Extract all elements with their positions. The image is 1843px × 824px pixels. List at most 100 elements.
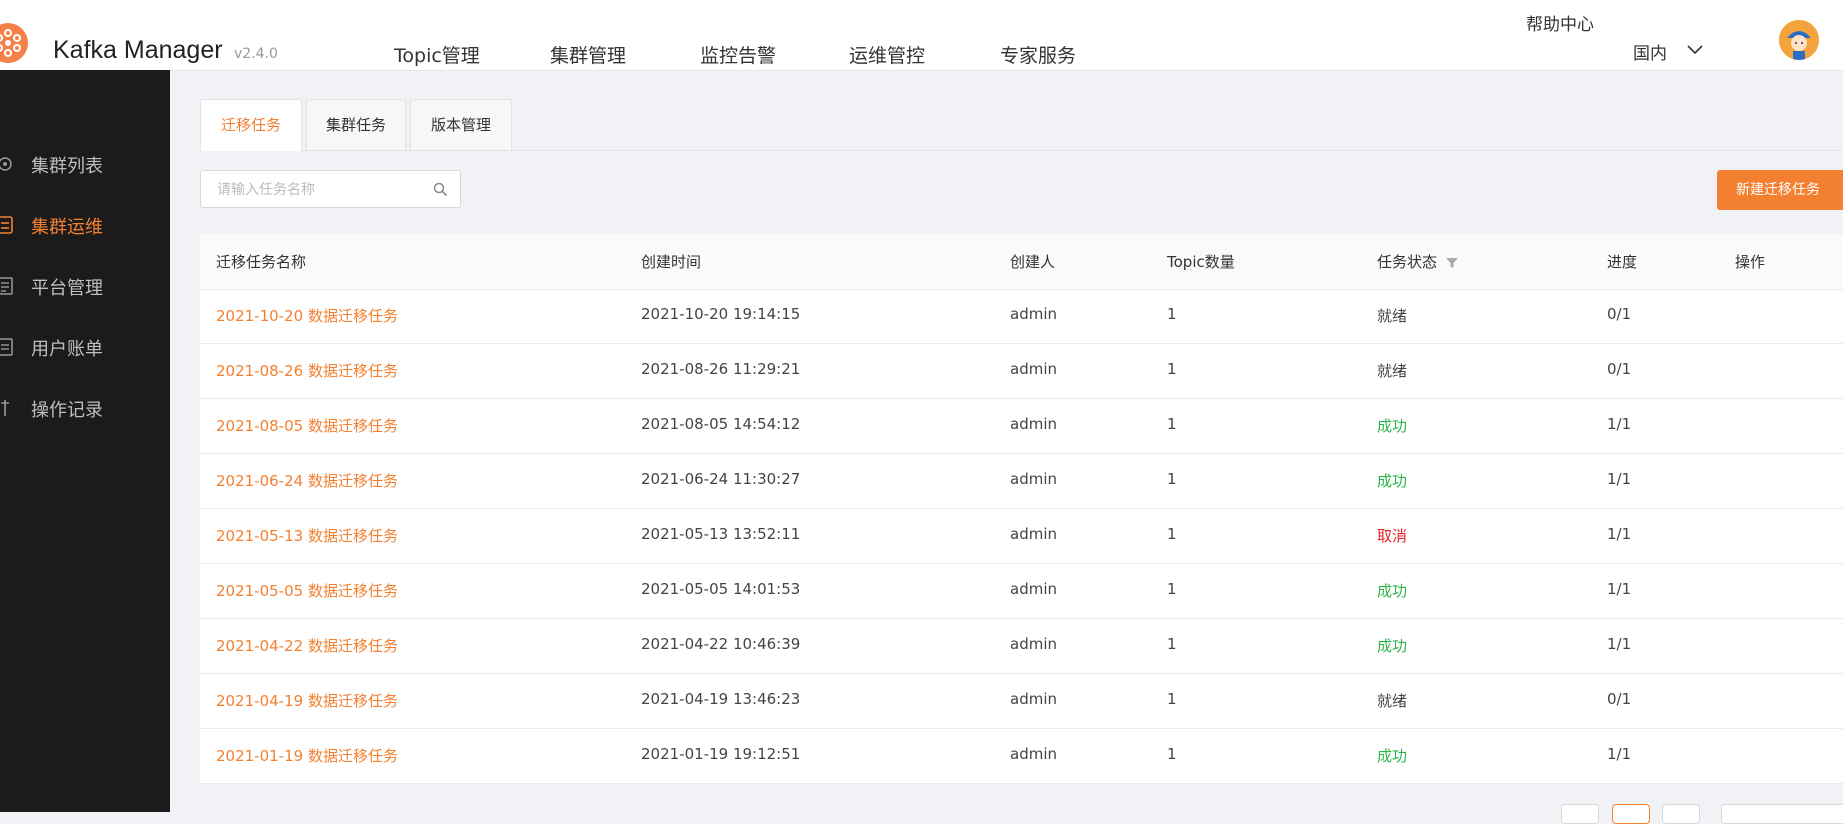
chevron-down-icon [1687,45,1703,55]
status-cell: 成功 [1377,472,1408,490]
sidebar-item-label: 用户账单 [31,339,103,360]
topic-count-cell: 1 [1167,305,1177,323]
platform-icon [0,277,13,295]
cluster-icon [0,157,12,171]
nav-cluster-management[interactable]: 集群管理 [550,41,626,68]
creator-cell: admin [1010,690,1057,708]
creator-cell: admin [1010,305,1057,323]
progress-cell: 0/1 [1607,360,1632,378]
status-cell: 就绪 [1377,362,1408,380]
top-header: Kafka Manager v2.4.0 Topic管理 集群管理 监控告警 运… [0,0,1843,71]
pagination-prev-button[interactable] [1561,804,1599,824]
sidebar-item-label: 操作记录 [31,400,103,421]
column-header-actions: 操作 [1735,253,1766,271]
created-time-cell: 2021-04-22 10:46:39 [641,635,801,653]
created-time-cell: 2021-04-19 13:46:23 [641,690,801,708]
status-cell: 就绪 [1377,307,1408,325]
table-row: 2021-08-26 数据迁移任务 2021-08-26 11:29:21 admi… [200,344,1843,399]
created-time-cell: 2021-05-05 14:01:53 [641,580,801,598]
help-center-menu[interactable]: 帮助中心 [1526,10,1594,35]
progress-cell: 1/1 [1607,635,1632,653]
tab-cluster-tasks[interactable]: 集群任务 [306,99,406,150]
status-cell: 就绪 [1377,692,1408,710]
sidebar-item-cluster-list[interactable]: 集群列表 [0,141,170,185]
progress-cell: 1/1 [1607,415,1632,433]
creator-cell: admin [1010,470,1057,488]
sidebar-item-user-bill[interactable]: 用户账单 [0,324,170,368]
task-name-link[interactable]: 2021-08-05 数据迁移任务 [216,415,398,436]
task-name-link[interactable]: 2021-04-19 数据迁移任务 [216,690,398,711]
column-header-created-time: 创建时间 [641,253,702,271]
task-search-input[interactable] [215,179,419,201]
pagination-next-button[interactable] [1662,804,1700,824]
progress-cell: 0/1 [1607,305,1632,323]
kafka-logo-icon[interactable] [0,23,28,63]
nav-ops-control[interactable]: 运维管控 [849,41,925,68]
task-name-link[interactable]: 2021-06-24 数据迁移任务 [216,470,398,491]
creator-cell: admin [1010,635,1057,653]
creator-cell: admin [1010,745,1057,763]
topic-count-cell: 1 [1167,360,1177,378]
sidebar-item-label: 集群运维 [31,217,103,238]
topic-count-cell: 1 [1167,745,1177,763]
table-row: 2021-05-05 数据迁移任务 2021-05-05 14:01:53 admi… [200,564,1843,619]
topic-count-cell: 1 [1167,690,1177,708]
task-name-link[interactable]: 2021-04-22 数据迁移任务 [216,635,398,656]
created-time-cell: 2021-01-19 19:12:51 [641,745,801,763]
table-row: 2021-10-20 数据迁移任务 2021-10-20 19:14:15 admi… [200,289,1843,344]
nav-monitoring-alerts[interactable]: 监控告警 [700,41,776,68]
ops-icon [0,216,13,234]
task-name-link[interactable]: 2021-05-05 数据迁移任务 [216,580,398,601]
region-selector[interactable]: 国内 [1633,39,1703,64]
created-time-cell: 2021-06-24 11:30:27 [641,470,801,488]
user-avatar[interactable] [1779,20,1819,60]
pagination-page-button[interactable] [1612,804,1650,824]
topic-count-cell: 1 [1167,415,1177,433]
table-header: 迁移任务名称 创建时间 创建人 Topic数量 任务状态 进度 操作 [200,234,1843,290]
creator-cell: admin [1010,360,1057,378]
progress-cell: 1/1 [1607,470,1632,488]
bill-icon [0,338,13,356]
sidebar-item-platform-management[interactable]: 平台管理 [0,263,170,307]
new-migration-task-button[interactable]: 新建迁移任务 [1717,170,1843,210]
created-time-cell: 2021-10-20 19:14:15 [641,305,801,323]
status-cell: 成功 [1377,582,1408,600]
column-header-task-status: 任务状态 [1377,253,1438,271]
progress-cell: 1/1 [1607,525,1632,543]
help-center-label: 帮助中心 [1526,15,1594,35]
filter-icon[interactable] [1445,257,1459,269]
tab-bar: 迁移任务 集群任务 版本管理 [200,99,1843,151]
column-header-progress: 进度 [1607,253,1638,271]
table-row: 2021-06-24 数据迁移任务 2021-06-24 11:30:27 admi… [200,454,1843,509]
column-header-topic-count: Topic数量 [1167,253,1235,271]
status-cell: 成功 [1377,747,1408,765]
topic-count-cell: 1 [1167,470,1177,488]
creator-cell: admin [1010,580,1057,598]
tab-version-management[interactable]: 版本管理 [410,99,512,150]
table-row: 2021-05-13 数据迁移任务 2021-05-13 13:52:11 admi… [200,509,1843,564]
progress-cell: 1/1 [1607,580,1632,598]
created-time-cell: 2021-08-26 11:29:21 [641,360,801,378]
pagination-size-select[interactable] [1721,804,1843,824]
nav-topic-management[interactable]: Topic管理 [394,41,480,68]
sidebar-item-operation-records[interactable]: 操作记录 [0,385,170,429]
table-row: 2021-04-19 数据迁移任务 2021-04-19 13:46:23 admi… [200,674,1843,729]
created-time-cell: 2021-08-05 14:54:12 [641,415,801,433]
task-name-link[interactable]: 2021-05-13 数据迁移任务 [216,525,398,546]
tab-migration-tasks[interactable]: 迁移任务 [200,99,302,151]
task-name-link[interactable]: 2021-10-20 数据迁移任务 [216,305,398,326]
sidebar-item-label: 平台管理 [31,278,103,299]
search-icon[interactable] [433,182,448,197]
task-name-link[interactable]: 2021-01-19 数据迁移任务 [216,745,398,766]
sidebar-item-cluster-ops[interactable]: 集群运维 [0,202,170,246]
sidebar: 集群列表 集群运维 平台管理 用户账单 操作记录 [0,70,170,812]
topic-count-cell: 1 [1167,525,1177,543]
region-label: 国内 [1633,44,1667,64]
task-name-link[interactable]: 2021-08-26 数据迁移任务 [216,360,398,381]
app-version: v2.4.0 [234,46,278,62]
status-cell: 取消 [1377,527,1408,545]
nav-expert-service[interactable]: 专家服务 [1000,41,1076,68]
sidebar-item-label: 集群列表 [31,156,103,177]
creator-cell: admin [1010,415,1057,433]
table-row: 2021-01-19 数据迁移任务 2021-01-19 19:12:51 admi… [200,729,1843,784]
